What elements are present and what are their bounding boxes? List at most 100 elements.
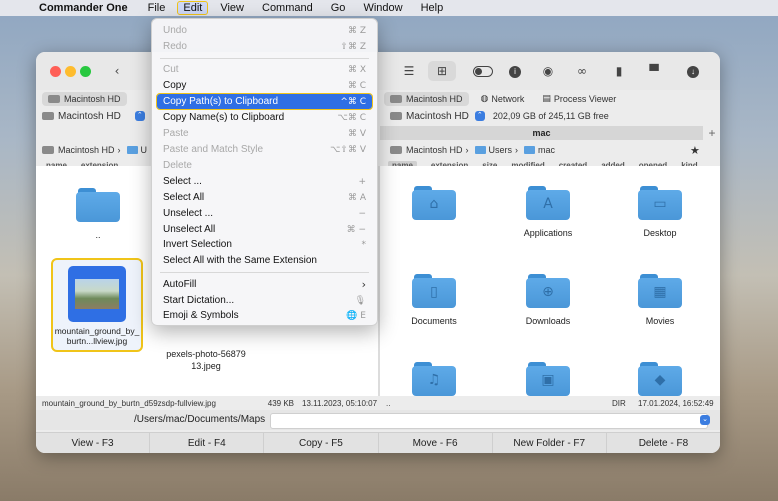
selected-file-item[interactable]: mountain_ground_by_burtn...llview.jpg [51,258,143,352]
menu-item-undo[interactable]: Undo ⌘ Z [157,23,372,38]
commander-window: ‹ ☰ ⊞ i ◉ ∞ ▮ ▀ ↓ Macintosh HD Macintosh… [36,52,720,453]
right-tab-bar: Macintosh HD ◍ Network ▤ Process Viewer [384,91,714,107]
menu-edit[interactable]: Edit [177,1,209,15]
right-tab-process-viewer[interactable]: ▤ Process Viewer [536,92,622,106]
menu-item-select[interactable]: Select ... + [157,174,372,189]
menu-view[interactable]: View [214,2,250,14]
disk-icon [48,95,60,103]
chevron-right-icon: › [361,278,366,291]
app-name-menu[interactable]: Commander One [39,2,128,14]
menu-window[interactable]: Window [357,2,408,14]
menu-item-invert-selection[interactable]: Invert Selection * [157,237,372,252]
download-icon: ⊕ [526,274,570,308]
download-icon[interactable]: ↓ [684,61,702,81]
menu-item-emoji-symbols[interactable]: Emoji & Symbols 🌐 E [157,308,372,323]
menu-item-start-dictation[interactable]: Start Dictation... 🎙 [157,293,372,308]
menu-separator [160,272,369,273]
list-item[interactable]: ⊕ Downloads [508,274,588,326]
list-item[interactable]: ▯ Documents [394,274,474,326]
folder-icon [524,146,536,154]
binoculars-icon[interactable]: ∞ [570,61,594,81]
globe-icon: 🌐 E [346,310,366,321]
menu-item-paste[interactable]: Paste ⌘ V [157,126,372,141]
menu-item-select-same-extension[interactable]: Select All with the Same Extension [157,253,372,268]
menu-item-cut[interactable]: Cut ⌘ X [157,62,372,77]
menu-item-paste-match-style[interactable]: Paste and Match Style ⌥⇧⌘ V [157,142,372,157]
process-icon: ▤ [542,94,551,104]
menu-separator [160,58,369,59]
menu-item-select-all[interactable]: Select All ⌘ A [157,190,372,205]
zoom-button[interactable] [80,66,91,77]
menu-help[interactable]: Help [415,2,450,14]
list-item[interactable]: ♫ [394,362,474,396]
command-dropdown[interactable]: ⌄ [700,415,710,425]
delete-f8-button[interactable]: Delete - F8 [607,433,720,453]
menu-item-copy[interactable]: Copy ⌘ C [157,78,372,93]
right-tab-macintosh-hd[interactable]: Macintosh HD [384,92,469,106]
left-volume-dropdown[interactable]: ⌃ [134,111,145,121]
terminal-icon[interactable]: ▀ [644,61,664,81]
list-item[interactable]: ▣ [508,362,588,396]
folder-icon [76,188,120,222]
free-space-label: 202,09 GB of 245,11 GB free [492,111,609,121]
list-item[interactable]: ◆ [620,362,700,396]
toggle-hidden-icon[interactable] [472,61,494,81]
archive-icon[interactable]: ▮ [610,61,628,81]
disk-icon [42,112,54,120]
right-volume-dropdown[interactable]: ⌃ [474,111,485,121]
public-icon: ◆ [638,362,682,396]
disk-icon [390,146,402,154]
edit-f4-button[interactable]: Edit - F4 [150,433,265,453]
folder-icon [474,146,486,154]
list-item[interactable]: .. [58,188,138,240]
list-item[interactable]: ⌂ [394,186,474,228]
menu-command[interactable]: Command [256,2,319,14]
move-f6-button[interactable]: Move - F6 [379,433,493,453]
menu-file[interactable]: File [142,2,172,14]
image-file-icon [68,266,126,322]
eye-icon[interactable]: ◉ [538,61,558,81]
list-item[interactable]: ▭ Desktop [620,186,700,238]
list-view-icon[interactable]: ☰ [400,61,418,81]
list-item[interactable]: ▦ Movies [620,274,700,326]
right-tab-network[interactable]: ◍ Network [475,92,531,106]
menu-item-copy-paths[interactable]: Copy Path(s) to Clipboard ^⌘ C [156,93,373,110]
applications-icon: A [526,186,570,220]
function-key-bar: View - F3 Edit - F4 Copy - F5 Move - F6 … [36,432,720,453]
grid-view-icon[interactable]: ⊞ [428,61,456,81]
folder-icon [126,146,138,154]
view-f3-button[interactable]: View - F3 [36,433,151,453]
command-input[interactable] [270,413,708,429]
home-icon: ⌂ [412,186,456,220]
list-item[interactable]: pexels-photo-5687913.jpeg [156,348,256,372]
right-breadcrumb: Macintosh HD › Users › mac ★ [390,142,716,158]
menu-item-delete[interactable]: Delete [157,158,372,173]
add-tab-icon[interactable]: + [704,126,720,140]
menu-item-redo[interactable]: Redo ⇧⌘ Z [157,39,372,54]
edit-menu-dropdown: Undo ⌘ Z Redo ⇧⌘ Z Cut ⌘ X Copy ⌘ C Copy Pat… [151,18,378,326]
menu-go[interactable]: Go [325,2,352,14]
copy-f5-button[interactable]: Copy - F5 [264,433,379,453]
microphone-icon: 🎙 [354,295,366,306]
close-button[interactable] [50,66,61,77]
back-icon[interactable]: ‹ [108,61,126,81]
document-icon: ▯ [412,274,456,308]
info-icon[interactable]: i [506,61,524,81]
list-item[interactable]: A Applications [508,186,588,238]
music-icon: ♫ [412,362,456,396]
menu-item-unselect-all[interactable]: Unselect All ⌘ − [157,222,372,237]
left-tab-macintosh-hd[interactable]: Macintosh HD [42,92,127,106]
right-pane-tab-title[interactable]: mac [380,126,703,140]
pane-divider[interactable] [378,166,380,396]
current-path: /Users/mac/Documents/Maps [134,414,266,425]
menu-bar: Commander One File Edit View Command Go … [0,0,778,16]
new-folder-f7-button[interactable]: New Folder - F7 [493,433,607,453]
menu-item-copy-names[interactable]: Copy Name(s) to Clipboard ⌥⌘ C [157,110,372,125]
menu-item-unselect[interactable]: Unselect ... − [157,206,372,221]
star-icon[interactable]: ★ [690,144,700,157]
minimize-button[interactable] [65,66,76,77]
menu-item-autofill[interactable]: AutoFill › [157,277,372,292]
right-file-pane: ⌂ A Applications ▭ Desktop ▯ Documents ⊕… [380,166,720,396]
disk-icon [390,95,402,103]
picture-icon: ▣ [526,362,570,396]
